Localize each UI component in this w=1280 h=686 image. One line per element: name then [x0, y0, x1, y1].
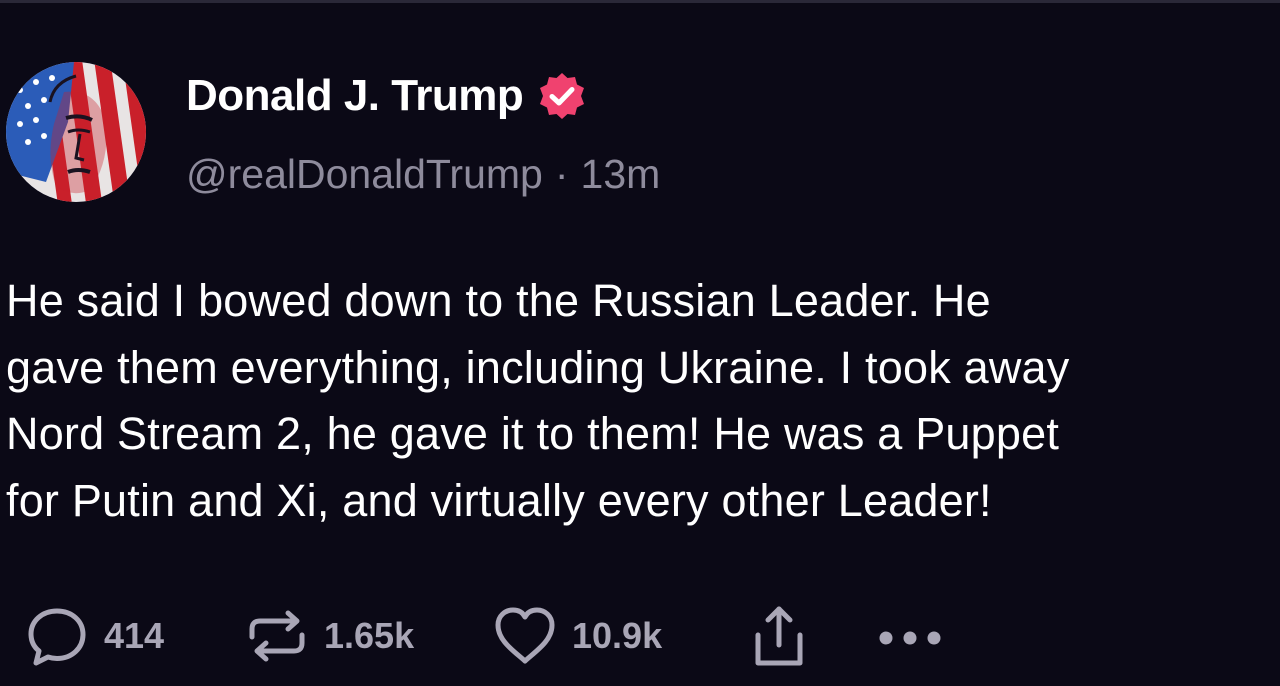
repost-count: 1.65k — [324, 615, 415, 656]
post-body-line: He said I bowed down to the Russian Lead… — [6, 275, 991, 326]
post-body-line: for Putin and Xi, and virtually every ot… — [6, 474, 992, 526]
heart-icon — [495, 607, 555, 664]
more-icon — [879, 631, 941, 645]
post-body-line: Nord Stream 2, he gave it to them! He wa… — [6, 408, 1060, 459]
author-meta-row: @realDonaldTrump · 13m — [186, 148, 660, 200]
like-button[interactable]: 10.9k — [492, 600, 662, 672]
meta-separator: · — [554, 150, 569, 197]
like-count: 10.9k — [572, 615, 663, 656]
reply-count: 414 — [104, 615, 165, 656]
author-name-row: Donald J. Trump — [186, 66, 587, 126]
post-action-bar: 414 1.65k 10.9k — [0, 600, 1280, 672]
post-body: He said I bowed down to the Russian Lead… — [6, 268, 1271, 534]
repost-icon — [249, 610, 305, 662]
post-body-line: gave them everything, including Ukraine.… — [6, 341, 1070, 393]
flag-portrait-avatar-icon — [6, 62, 146, 202]
share-button[interactable] — [746, 600, 812, 672]
author-display-name[interactable]: Donald J. Trump — [186, 71, 524, 121]
post-timestamp[interactable]: 13m — [581, 151, 661, 198]
verified-badge-icon — [537, 71, 587, 121]
share-icon — [755, 606, 803, 666]
author-handle[interactable]: @realDonaldTrump — [186, 151, 543, 198]
avatar[interactable] — [6, 62, 146, 202]
more-options-button[interactable] — [874, 600, 946, 672]
repost-button[interactable]: 1.65k — [244, 600, 414, 672]
top-divider — [0, 0, 1280, 3]
reply-icon — [28, 608, 86, 666]
reply-button[interactable]: 414 — [24, 600, 164, 672]
